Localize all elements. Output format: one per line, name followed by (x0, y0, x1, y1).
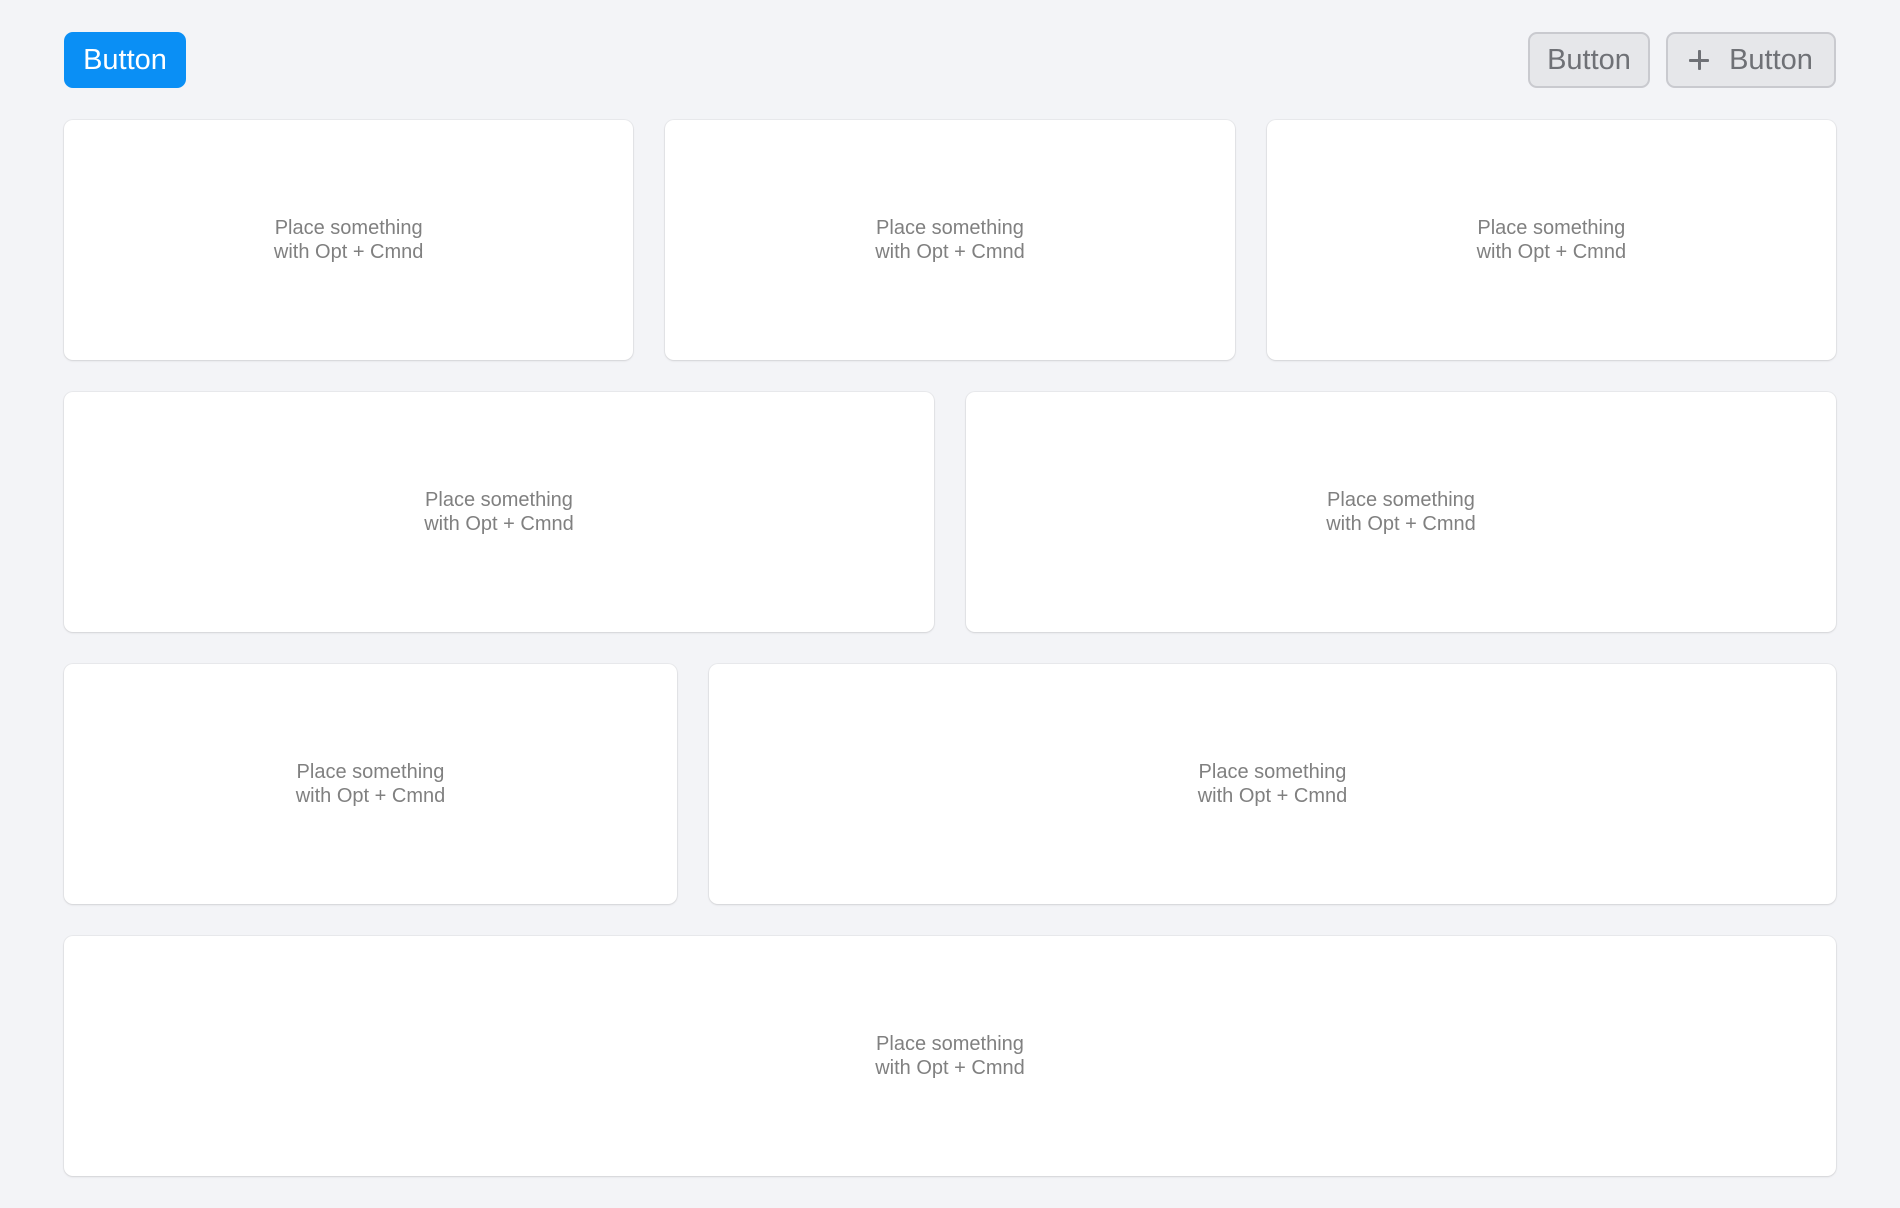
placeholder-card[interactable]: Place something with Opt + Cmnd (64, 392, 934, 632)
placeholder-text: Place something with Opt + Cmnd (274, 216, 424, 264)
placeholder-card[interactable]: Place something with Opt + Cmnd (64, 664, 677, 904)
placeholder-text: Place something with Opt + Cmnd (296, 760, 446, 808)
placeholder-line: with Opt + Cmnd (1197, 785, 1348, 807)
placeholder-card[interactable]: Place something with Opt + Cmnd (64, 120, 634, 360)
placeholder-card[interactable]: Place something with Opt + Cmnd (1266, 120, 1836, 360)
add-button[interactable]: Button (1666, 32, 1836, 88)
secondary-button[interactable]: Button (1528, 32, 1650, 88)
placeholder-card[interactable]: Place something with Opt + Cmnd (709, 664, 1836, 904)
placeholder-line: Place something (876, 217, 1024, 239)
placeholder-line: Place something (425, 489, 573, 511)
placeholder-line: with Opt + Cmnd (424, 513, 574, 535)
toolbar-actions: Button Button (1528, 32, 1836, 88)
placeholder-text: Place something with Opt + Cmnd (875, 216, 1025, 264)
card-row: Place something with Opt + Cmnd Place so… (64, 392, 1836, 632)
placeholder-card[interactable]: Place something with Opt + Cmnd (665, 120, 1235, 360)
placeholder-line: with Opt + Cmnd (875, 1057, 1025, 1079)
placeholder-text: Place something with Opt + Cmnd (1326, 488, 1476, 536)
toolbar: Button Button Button (64, 32, 1836, 88)
placeholder-card[interactable]: Place something with Opt + Cmnd (64, 936, 1836, 1176)
placeholder-text: Place something with Opt + Cmnd (1198, 760, 1348, 808)
placeholder-text: Place something with Opt + Cmnd (424, 488, 574, 536)
placeholder-card[interactable]: Place something with Opt + Cmnd (966, 392, 1836, 632)
placeholder-line: with Opt + Cmnd (1326, 513, 1476, 535)
placeholder-line: Place something (296, 761, 445, 783)
placeholder-text: Place something with Opt + Cmnd (875, 1032, 1025, 1080)
card-grid: Place something with Opt + Cmnd Place so… (64, 120, 1836, 1176)
placeholder-line: Place something (1477, 217, 1626, 239)
placeholder-line: Place something (274, 217, 423, 239)
placeholder-line: with Opt + Cmnd (1476, 241, 1627, 263)
placeholder-line: with Opt + Cmnd (273, 241, 424, 263)
plus-icon (1689, 50, 1710, 70)
placeholder-line: with Opt + Cmnd (295, 785, 446, 807)
placeholder-line: Place something (876, 1033, 1024, 1055)
placeholder-text: Place something with Opt + Cmnd (1477, 216, 1627, 264)
card-row: Place something with Opt + Cmnd Place so… (64, 120, 1836, 360)
placeholder-line: with Opt + Cmnd (875, 241, 1025, 263)
card-row: Place something with Opt + Cmnd (64, 936, 1836, 1176)
primary-button[interactable]: Button (64, 32, 186, 88)
dashboard-page: Button Button Button Place something wit… (0, 0, 1900, 1208)
card-row: Place something with Opt + Cmnd Place so… (64, 664, 1836, 904)
add-button-label: Button (1729, 43, 1813, 76)
placeholder-line: Place something (1198, 761, 1347, 783)
placeholder-line: Place something (1327, 489, 1475, 511)
